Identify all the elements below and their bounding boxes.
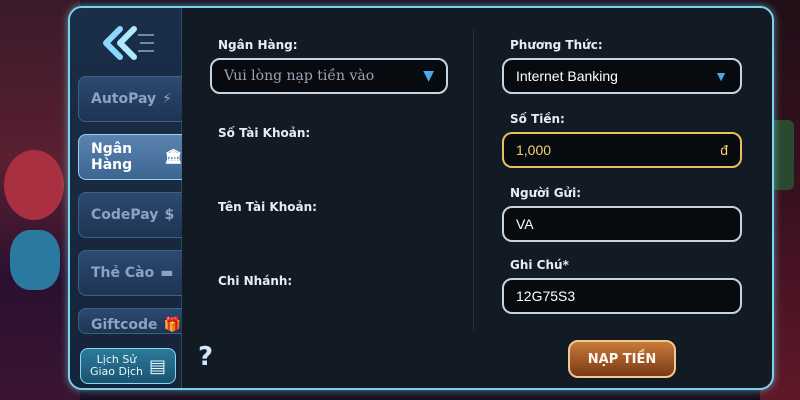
note-value: 12G75S3 — [516, 288, 576, 304]
sidebar-item-label: Ngân Hàng — [91, 141, 133, 173]
receipt-icon: ▤ — [149, 355, 167, 377]
bank-icon: 🏛 — [164, 149, 182, 165]
bank-label: Ngân Hàng: — [218, 38, 298, 52]
note-label: Ghi Chú* — [510, 258, 569, 272]
sidebar-item-autopay[interactable]: AutoPay ⚡ — [78, 76, 182, 122]
history-label-line2: Giao Dịch — [89, 365, 144, 378]
sender-label: Người Gửi: — [510, 186, 582, 200]
sender-value: VA — [516, 216, 534, 232]
lightning-icon: ⚡ — [162, 91, 172, 107]
sidebar-item-giftcode[interactable]: Giftcode 🎁 — [78, 308, 182, 334]
bank-select-placeholder: Vui lòng nạp tiền vào — [224, 68, 375, 84]
dropdown-caret-icon: ▼ — [423, 68, 434, 84]
note-input[interactable]: 12G75S3 — [502, 278, 742, 314]
branch-label: Chi Nhánh: — [218, 274, 293, 288]
coin-icon: $ — [164, 207, 175, 223]
method-select[interactable]: Internet Banking ▼ — [502, 58, 742, 94]
card-icon: ▬ — [160, 265, 174, 281]
sidebar-item-codepay[interactable]: CodePay $ — [78, 192, 182, 238]
sidebar-item-bank[interactable]: Ngân Hàng 🏛 — [78, 134, 182, 180]
sidebar-item-label: AutoPay — [91, 91, 157, 107]
back-button[interactable] — [98, 22, 156, 64]
method-label: Phương Thức: — [510, 38, 603, 52]
deposit-dialog: AutoPay ⚡ Ngân Hàng 🏛 CodePay $ Thẻ Cào … — [68, 6, 774, 390]
method-select-value: Internet Banking — [516, 68, 618, 84]
amount-value: 1,000 — [516, 142, 552, 158]
transaction-history-button[interactable]: Lịch Sử Giao Dịch ▤ — [80, 348, 176, 384]
sidebar-item-label: CodePay — [91, 207, 159, 223]
payment-method-sidebar: AutoPay ⚡ Ngân Hàng 🏛 CodePay $ Thẻ Cào … — [70, 8, 182, 388]
account-name-label: Tên Tài Khoản: — [218, 200, 317, 214]
double-chevron-left-icon — [103, 26, 154, 60]
sidebar-item-card[interactable]: Thẻ Cào ▬ — [78, 250, 182, 296]
column-divider — [473, 30, 474, 330]
amount-label: Số Tiền: — [510, 112, 565, 126]
currency-symbol: đ — [720, 142, 728, 158]
amount-input[interactable]: 1,000 đ — [502, 132, 742, 168]
history-label: Lịch Sử Giao Dịch — [90, 354, 143, 378]
account-number-label: Số Tài Khoản: — [218, 126, 311, 140]
help-icon[interactable]: ? — [198, 342, 213, 372]
game-character-decoration — [4, 150, 64, 220]
dropdown-caret-icon: ▼ — [714, 68, 728, 84]
sidebar-item-label: Thẻ Cào — [91, 265, 155, 281]
gift-icon: 🎁 — [163, 317, 181, 333]
sidebar-item-label: Giftcode — [91, 317, 158, 333]
deposit-submit-button[interactable]: NẠP TIỀN — [568, 340, 676, 378]
bank-select[interactable]: Vui lòng nạp tiền vào ▼ — [210, 58, 448, 94]
sender-input[interactable]: VA — [502, 206, 742, 242]
game-logo-decoration — [10, 230, 60, 290]
